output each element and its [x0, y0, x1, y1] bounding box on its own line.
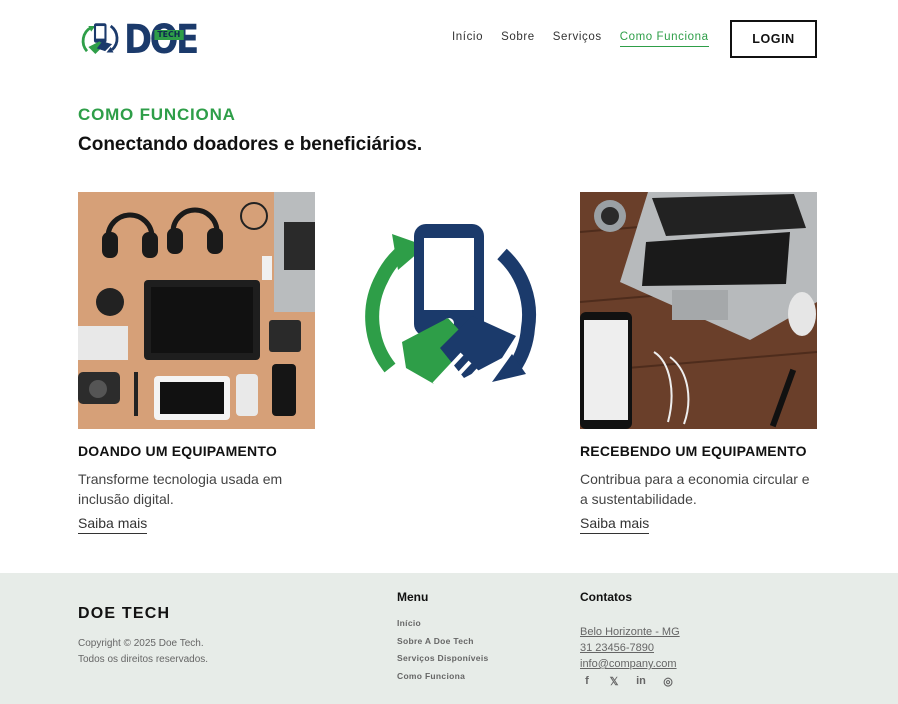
site-logo[interactable]: DOE TECH	[80, 12, 210, 68]
receive-card-text: Contribua para a economia circular e a s…	[580, 471, 810, 507]
receive-equipment-image	[580, 192, 817, 429]
instagram-icon[interactable]: ◎	[661, 674, 675, 688]
site-header: DOE TECH Início Sobre Serviços Como Funci…	[0, 0, 898, 78]
footer-copyright: Copyright © 2025 Doe Tech. Todos os dire…	[78, 636, 208, 668]
logo-mark-icon	[81, 23, 119, 54]
footer-contacts-heading: Contatos	[580, 590, 632, 604]
section-title: Conectando doadores e beneficiários.	[78, 134, 423, 155]
logo-text: DOE TECH	[124, 17, 199, 63]
contact-email-link[interactable]: info@company.com	[580, 658, 680, 674]
social-links: f 𝕏 in ◎	[580, 674, 675, 688]
copyright-line-2: Todos os direitos reservados.	[78, 654, 209, 665]
footer-link-inicio[interactable]: Início	[397, 618, 489, 636]
donate-card-title: DOANDO UM EQUIPAMENTO	[78, 443, 277, 459]
receive-card-title: RECEBENDO UM EQUIPAMENTO	[580, 443, 807, 459]
nav-item-como-funciona[interactable]: Como Funciona	[619, 31, 709, 47]
nav-item-inicio[interactable]: Início	[452, 31, 483, 47]
nav-item-servicos[interactable]: Serviços	[553, 31, 602, 47]
receive-learn-more-link[interactable]: Saiba mais	[580, 515, 650, 534]
nav-item-sobre[interactable]: Sobre	[501, 31, 535, 47]
footer-link-como-funciona[interactable]: Como Funciona	[397, 671, 489, 689]
main-nav: Início Sobre Serviços Como Funciona	[452, 31, 709, 47]
donate-card-text: Transforme tecnologia usada em inclusão …	[78, 471, 283, 507]
footer-brand: DOE TECH	[78, 605, 171, 622]
footer-link-servicos[interactable]: Serviços Disponíveis	[397, 653, 489, 671]
doe-tech-emblem-icon	[365, 224, 537, 396]
linkedin-icon[interactable]: in	[634, 674, 648, 688]
contact-location-link[interactable]: Belo Horizonte - MG	[580, 626, 680, 642]
facebook-icon[interactable]: f	[580, 674, 594, 688]
footer-menu-heading: Menu	[397, 590, 429, 604]
footer-menu: Início Sobre A Doe Tech Serviços Disponí…	[397, 618, 489, 688]
donate-learn-more-link[interactable]: Saiba mais	[78, 515, 148, 534]
section-kicker: COMO FUNCIONA	[78, 105, 236, 124]
login-button[interactable]: LOGIN	[730, 20, 817, 58]
donate-equipment-image	[78, 192, 315, 429]
footer-link-sobre[interactable]: Sobre A Doe Tech	[397, 636, 489, 654]
contact-phone-link[interactable]: 31 23456-7890	[580, 642, 680, 658]
site-footer: DOE TECH Copyright © 2025 Doe Tech. Todo…	[0, 573, 898, 704]
laptop-desk-illustration	[580, 192, 817, 429]
x-icon[interactable]: 𝕏	[607, 674, 621, 688]
logo-tag: TECH	[154, 30, 184, 40]
gadgets-flatlay-illustration	[78, 192, 315, 429]
footer-contacts: Belo Horizonte - MG 31 23456-7890 info@c…	[580, 626, 680, 674]
copyright-line-1: Copyright © 2025 Doe Tech.	[78, 638, 204, 649]
